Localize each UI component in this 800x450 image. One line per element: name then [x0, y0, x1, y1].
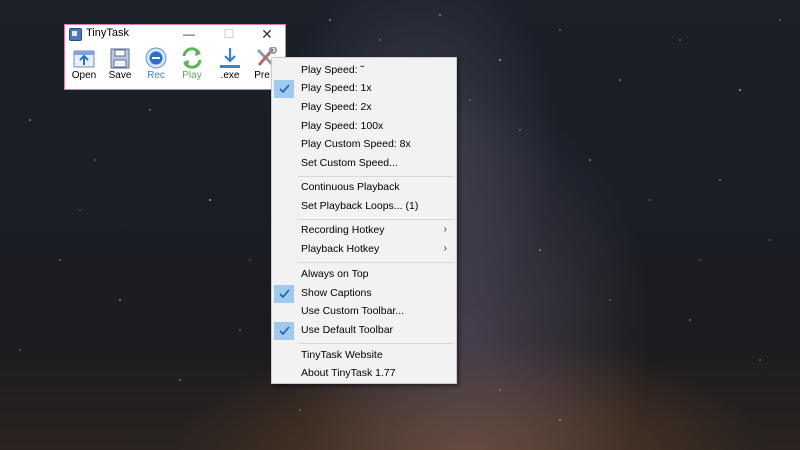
open-label: Open: [71, 70, 97, 81]
menu-item-label: Playback Hotkey: [301, 243, 380, 255]
compile-exe-label: .exe: [220, 70, 240, 81]
record-button[interactable]: Rec: [139, 47, 173, 89]
menu-item-use-default-toolbar[interactable]: Use Default Toolbar: [272, 322, 456, 340]
menu-item-label: Recording Hotkey: [301, 224, 385, 236]
title-bar[interactable]: TinyTask — ☐ ✕: [65, 25, 285, 44]
menu-separator: [298, 176, 454, 177]
window-title: TinyTask: [86, 27, 129, 39]
menu-item-play-speed-100x[interactable]: Play Speed: 100x: [272, 118, 456, 136]
close-button[interactable]: ✕: [249, 25, 285, 44]
compile-exe-icon: [220, 48, 240, 68]
menu-item-play-speed-1x[interactable]: Play Speed: 1x: [272, 80, 456, 98]
preferences-context-menu: Play Speed: ˜ Play Speed: 1x Play Speed:…: [271, 57, 457, 384]
tinytask-window: TinyTask — ☐ ✕ Open Save Rec Play .exe P…: [64, 24, 286, 90]
menu-separator: [298, 343, 454, 344]
menu-separator: [298, 219, 454, 220]
menu-item-play-speed-2x[interactable]: Play Speed: 2x: [272, 99, 456, 117]
tinytask-app-icon[interactable]: [69, 28, 82, 41]
menu-item-tinytask-website[interactable]: TinyTask Website: [272, 347, 456, 365]
save-icon: [110, 48, 130, 69]
save-button[interactable]: Save: [103, 47, 137, 89]
menu-item-label: Always on Top: [301, 268, 369, 280]
menu-item-label: TinyTask Website: [301, 349, 383, 361]
check-icon: [274, 322, 294, 340]
menu-item-label: Use Default Toolbar: [301, 324, 394, 336]
menu-item-play-custom-speed[interactable]: Play Custom Speed: 8x: [272, 136, 456, 154]
play-button[interactable]: Play: [175, 47, 209, 89]
play-label: Play: [182, 70, 202, 81]
check-icon: [274, 80, 294, 98]
menu-item-playback-hotkey[interactable]: Playback Hotkey ›: [272, 241, 456, 259]
menu-separator: [298, 262, 454, 263]
check-icon: [274, 285, 294, 303]
menu-item-recording-hotkey[interactable]: Recording Hotkey ›: [272, 222, 456, 240]
menu-item-label: Play Speed: 100x: [301, 120, 384, 132]
minimize-button[interactable]: —: [171, 25, 207, 44]
menu-item-set-playback-loops[interactable]: Set Playback Loops... (1): [272, 198, 456, 216]
menu-item-play-speed-custom[interactable]: Play Speed: ˜: [272, 62, 456, 80]
menu-item-use-custom-toolbar[interactable]: Use Custom Toolbar...: [272, 303, 456, 321]
save-label: Save: [108, 70, 132, 81]
menu-item-label: About TinyTask 1.77: [301, 367, 396, 379]
menu-item-label: Play Speed: 1x: [301, 82, 372, 94]
menu-item-label: Set Playback Loops... (1): [301, 200, 419, 212]
submenu-arrow-icon: ›: [443, 224, 447, 235]
menu-item-label: Play Custom Speed: 8x: [301, 138, 411, 150]
submenu-arrow-icon: ›: [443, 243, 447, 254]
menu-item-continuous-playback[interactable]: Continuous Playback: [272, 179, 456, 197]
record-icon: [145, 47, 167, 69]
compile-exe-button[interactable]: .exe: [213, 47, 247, 89]
menu-item-show-captions[interactable]: Show Captions: [272, 285, 456, 303]
menu-item-label: Play Speed: ˜: [301, 64, 365, 76]
open-icon: [73, 50, 95, 68]
menu-item-set-custom-speed[interactable]: Set Custom Speed...: [272, 155, 456, 173]
menu-item-always-on-top[interactable]: Always on Top: [272, 266, 456, 284]
menu-item-about[interactable]: About TinyTask 1.77: [272, 365, 456, 383]
menu-item-label: Use Custom Toolbar...: [301, 305, 405, 317]
menu-item-label: Continuous Playback: [301, 181, 400, 193]
menu-item-label: Play Speed: 2x: [301, 101, 372, 113]
menu-item-label: Show Captions: [301, 287, 372, 299]
play-icon: [182, 47, 202, 69]
record-label: Rec: [147, 70, 165, 81]
menu-item-label: Set Custom Speed...: [301, 157, 398, 169]
maximize-button[interactable]: ☐: [211, 25, 247, 44]
open-button[interactable]: Open: [67, 47, 101, 89]
